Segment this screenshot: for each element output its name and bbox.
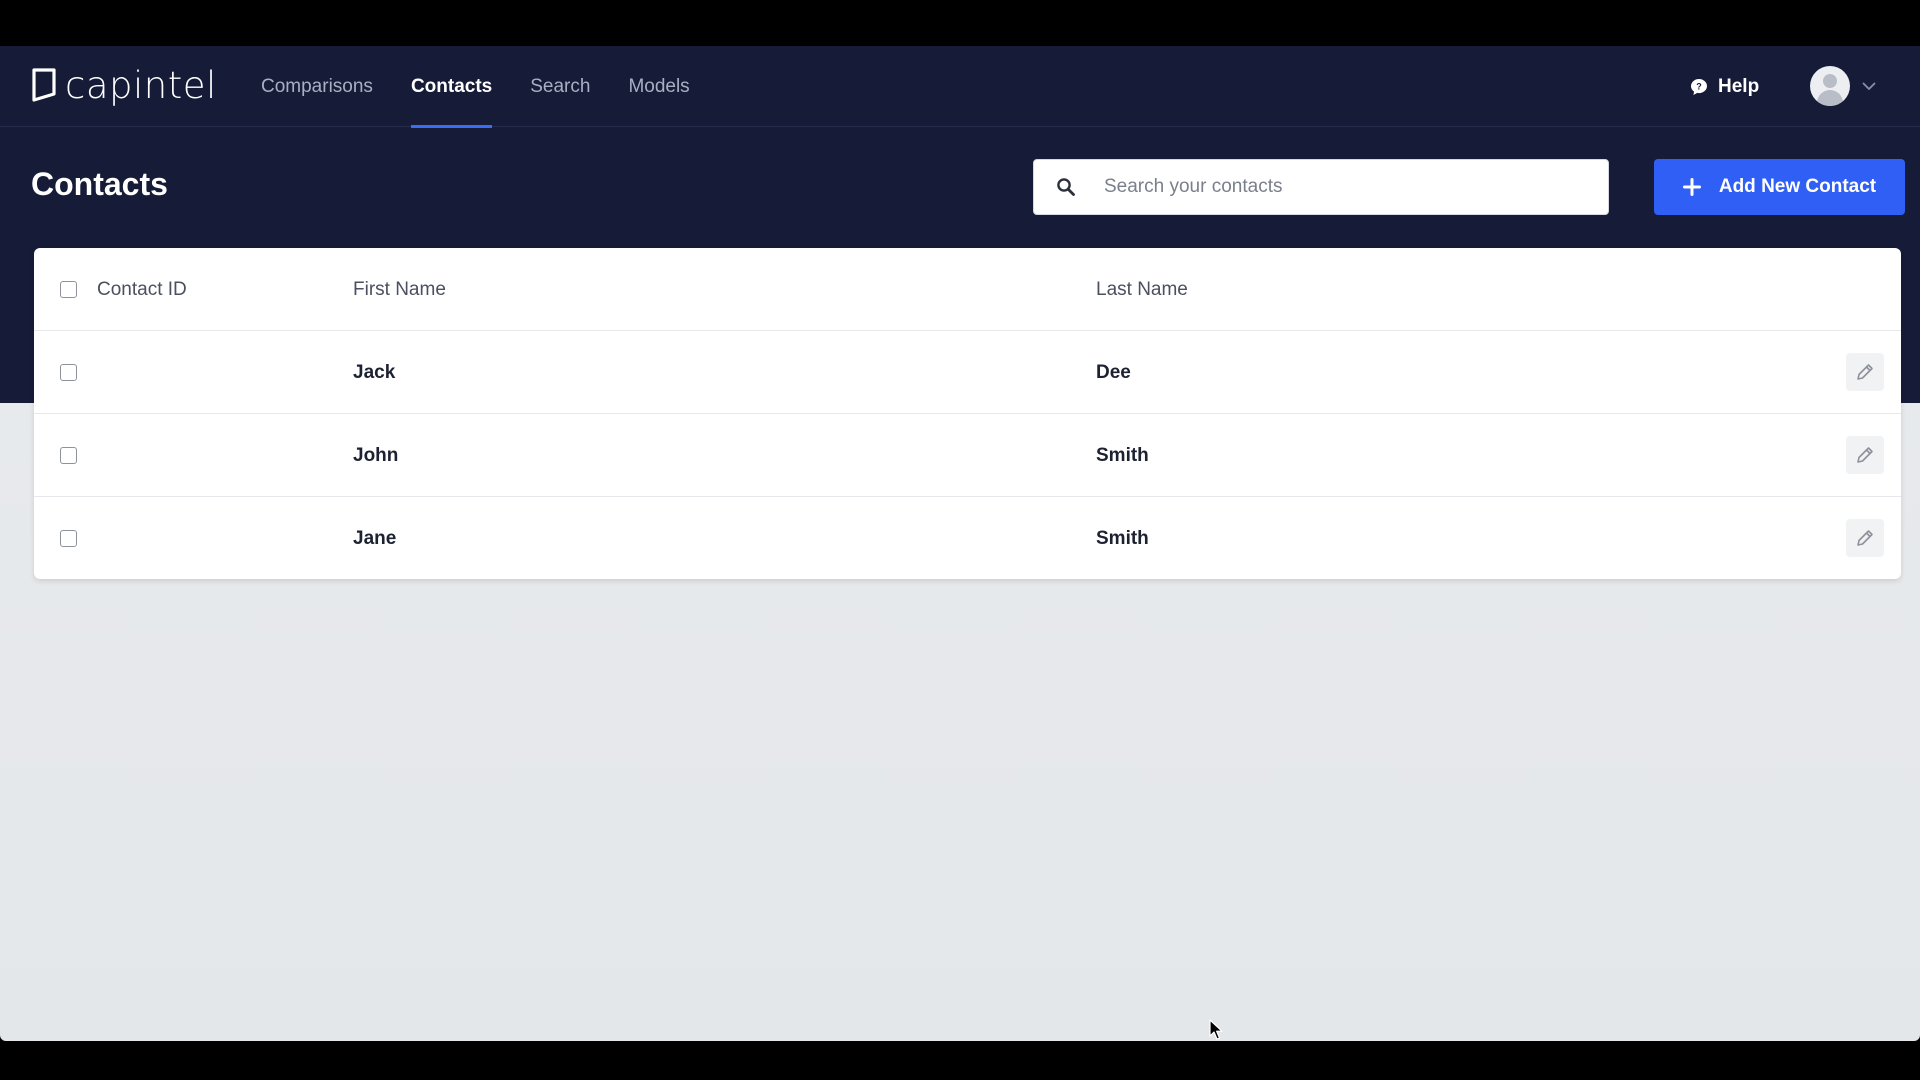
svg-text:?: ?	[1696, 81, 1702, 91]
edit-contact-button[interactable]	[1846, 436, 1884, 474]
contacts-table: Contact ID First Name Last Name Jack Dee…	[34, 248, 1901, 579]
row-checkbox[interactable]	[60, 530, 77, 547]
page-title: Contacts	[31, 166, 168, 202]
pencil-icon	[1857, 364, 1873, 380]
logo-mark-icon	[32, 68, 56, 102]
search-field[interactable]	[1033, 159, 1609, 215]
avatar-icon	[1810, 66, 1850, 106]
search-input[interactable]	[1096, 160, 1608, 214]
plus-icon	[1682, 178, 1701, 196]
select-all-checkbox[interactable]	[60, 281, 77, 298]
help-chat-icon: ?	[1691, 78, 1707, 95]
column-header-contact-id[interactable]: Contact ID	[97, 248, 187, 331]
last-name-cell: Smith	[1096, 445, 1149, 466]
row-checkbox[interactable]	[60, 447, 77, 464]
nav-link-search[interactable]: Search	[530, 46, 590, 127]
top-navigation: capintel Comparisons Contacts Search Mod…	[0, 46, 1920, 128]
help-label: Help	[1718, 75, 1760, 97]
user-menu[interactable]	[1810, 66, 1876, 106]
brand-logo[interactable]: capintel	[31, 63, 217, 107]
table-row[interactable]: John Smith	[34, 414, 1901, 497]
chevron-down-icon	[1862, 82, 1876, 90]
pencil-icon	[1857, 530, 1873, 546]
first-name-cell: John	[353, 445, 399, 466]
column-header-last-name[interactable]: Last Name	[1096, 248, 1188, 331]
edit-contact-button[interactable]	[1846, 353, 1884, 391]
nav-links: Comparisons Contacts Search Models	[261, 46, 728, 128]
search-icon	[1036, 177, 1096, 197]
last-name-cell: Dee	[1096, 362, 1131, 383]
first-name-cell: Jack	[353, 362, 396, 383]
pencil-icon	[1857, 447, 1873, 463]
app-window: capintel Comparisons Contacts Search Mod…	[0, 46, 1920, 1041]
nav-link-models[interactable]: Models	[628, 46, 689, 127]
last-name-cell: Smith	[1096, 528, 1149, 549]
help-button[interactable]: ? Help	[1690, 46, 1759, 127]
column-header-first-name[interactable]: First Name	[353, 248, 446, 331]
row-checkbox[interactable]	[60, 364, 77, 381]
table-row[interactable]: Jack Dee	[34, 331, 1901, 414]
add-new-contact-button[interactable]: Add New Contact	[1654, 159, 1905, 215]
table-header-row: Contact ID First Name Last Name	[34, 248, 1901, 331]
brand-name: capintel	[65, 63, 217, 107]
table-row[interactable]: Jane Smith	[34, 497, 1901, 579]
first-name-cell: Jane	[353, 528, 397, 549]
edit-contact-button[interactable]	[1846, 519, 1884, 557]
add-new-contact-label: Add New Contact	[1718, 176, 1877, 197]
nav-link-comparisons[interactable]: Comparisons	[261, 46, 373, 127]
nav-link-contacts[interactable]: Contacts	[410, 46, 493, 128]
mouse-cursor-icon	[1209, 1019, 1223, 1040]
